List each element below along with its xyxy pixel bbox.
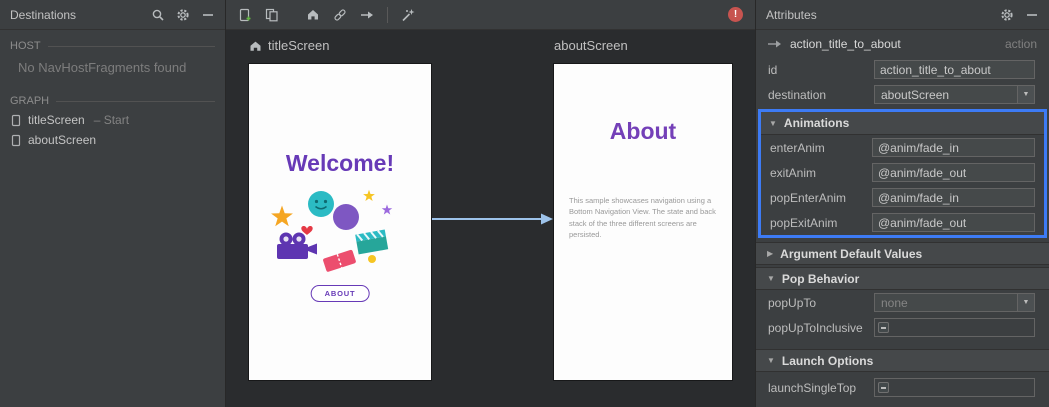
popexitanim-input[interactable]	[872, 213, 1035, 232]
titlescreen-preview[interactable]: Welcome! ABOUT	[249, 64, 431, 380]
graph-item-titlescreen[interactable]: titleScreen – Start	[0, 110, 225, 130]
attr-row-popexitanim: popExitAnim	[761, 210, 1044, 235]
enteranim-input[interactable]	[872, 138, 1035, 157]
gear-icon[interactable]	[1000, 8, 1014, 22]
popenteranim-input[interactable]	[872, 188, 1035, 207]
navigation-canvas[interactable]: titleScreen Welcome! ABOUT aboutScreen A…	[226, 30, 755, 407]
canvas-toolbar: !	[226, 0, 755, 30]
error-badge[interactable]: !	[728, 7, 743, 22]
destination-label: titleScreen	[28, 113, 85, 127]
action-arrow-icon	[768, 40, 781, 47]
selected-action-name: action_title_to_about	[790, 36, 901, 51]
animations-selection-highlight: ▼ Animations enterAnim exitAnim popEnter…	[758, 109, 1047, 238]
argument-defaults-section-title: Argument Default Values	[780, 246, 923, 261]
start-destination-home-icon	[250, 41, 261, 51]
host-empty-message: No NavHostFragments found	[18, 60, 187, 75]
navigation-editor: Destinations HOST No NavHostFragments fo…	[0, 0, 1049, 407]
destinations-panel: Destinations HOST No NavHostFragments fo…	[0, 0, 226, 407]
attr-row-destination: destination aboutScreen ▼	[756, 82, 1049, 107]
attributes-header: Attributes	[756, 0, 1049, 30]
aboutscreen-preview[interactable]: About This sample showcases navigation u…	[554, 64, 732, 380]
titlescreen-canvas-label[interactable]: titleScreen	[249, 38, 329, 53]
popupto-value: none	[881, 295, 908, 310]
attr-row-id: id	[756, 57, 1049, 82]
welcome-heading: Welcome!	[285, 150, 395, 176]
section-rule	[47, 45, 215, 47]
exitanim-label: exitAnim	[770, 165, 817, 180]
attr-row-popuptoinclusive: popUpToInclusive	[756, 315, 1049, 340]
destination-dropdown[interactable]: aboutScreen ▼	[874, 85, 1035, 104]
destination-screen-icon	[11, 114, 21, 126]
enteranim-label: enterAnim	[770, 140, 825, 155]
destination-label: aboutScreen	[28, 133, 97, 147]
collapse-triangle-icon: ▼	[767, 274, 775, 283]
attr-row-popupto: popUpTo none ▼	[756, 290, 1049, 315]
graph-item-aboutscreen[interactable]: aboutScreen	[0, 130, 225, 150]
indeterminate-checkbox-icon	[878, 382, 889, 393]
selected-action-type: action	[1004, 36, 1037, 51]
popuptoinclusive-label: popUpToInclusive	[768, 320, 863, 335]
welcome-illustration	[271, 189, 393, 272]
attr-row-popenteranim: popEnterAnim	[761, 185, 1044, 210]
expand-triangle-icon: ▶	[767, 249, 774, 258]
about-preview-button: ABOUT	[310, 285, 370, 302]
graph-section-label: GRAPH	[0, 92, 225, 110]
indeterminate-checkbox-icon	[878, 322, 889, 333]
id-label: id	[768, 62, 778, 77]
animations-section-title: Animations	[783, 116, 850, 130]
popupto-dropdown[interactable]: none ▼	[874, 293, 1035, 312]
destination-screen-icon	[11, 134, 21, 146]
toolbar-separator	[387, 6, 388, 23]
pop-behavior-section-header[interactable]: ▼ Pop Behavior	[756, 267, 1049, 290]
collapse-triangle-icon: ▼	[769, 118, 777, 128]
destinations-title: Destinations	[10, 7, 77, 22]
destinations-header: Destinations	[0, 0, 225, 30]
launch-options-section-header[interactable]: ▼ Launch Options	[756, 349, 1049, 372]
popexitanim-label: popExitAnim	[770, 215, 838, 230]
popuptoinclusive-checkbox[interactable]	[874, 318, 1035, 337]
attr-row-exitanim: exitAnim	[761, 160, 1044, 185]
launchsingletop-checkbox[interactable]	[874, 378, 1035, 397]
host-section-label: HOST	[0, 37, 225, 55]
destination-value: aboutScreen	[881, 87, 950, 102]
about-heading: About	[609, 118, 677, 144]
animations-section-header[interactable]: ▼ Animations	[761, 112, 1044, 135]
attr-row-enteranim: enterAnim	[761, 135, 1044, 160]
exitanim-input[interactable]	[872, 163, 1035, 182]
launch-options-section-title: Launch Options	[781, 353, 874, 368]
deep-link-button[interactable]	[333, 8, 347, 22]
add-action-button[interactable]	[360, 8, 374, 22]
about-body-text: This sample showcases navigation using a…	[569, 196, 716, 239]
attributes-title: Attributes	[766, 7, 817, 22]
destination-suffix: – Start	[93, 113, 130, 127]
nested-graph-button[interactable]	[265, 8, 279, 22]
minimize-icon[interactable]	[1025, 8, 1039, 22]
pop-behavior-section-title: Pop Behavior	[781, 271, 860, 286]
action-arrow[interactable]	[432, 210, 554, 228]
argument-defaults-section-header[interactable]: ▶ Argument Default Values	[756, 242, 1049, 265]
design-surface: ! titleScreen Welcome! ABOUT aboutScreen…	[226, 0, 755, 407]
destination-label: destination	[768, 87, 827, 102]
selected-action-row: action_title_to_about action	[756, 30, 1049, 57]
popenteranim-label: popEnterAnim	[770, 190, 847, 205]
set-start-destination-button[interactable]	[306, 8, 320, 21]
id-input[interactable]	[874, 60, 1035, 79]
launchsingletop-label: launchSingleTop	[768, 380, 857, 395]
attributes-panel: Attributes action_title_to_about action …	[755, 0, 1049, 407]
new-destination-button[interactable]	[238, 8, 252, 22]
minimize-icon[interactable]	[201, 8, 215, 22]
chevron-down-icon: ▼	[1017, 86, 1034, 103]
section-rule	[56, 100, 215, 102]
popupto-label: popUpTo	[768, 295, 817, 310]
gear-icon[interactable]	[176, 8, 190, 22]
collapse-triangle-icon: ▼	[767, 356, 775, 365]
search-icon[interactable]	[151, 8, 165, 22]
chevron-down-icon: ▼	[1017, 294, 1034, 311]
aboutscreen-canvas-label[interactable]: aboutScreen	[554, 38, 628, 53]
attr-row-launchsingletop: launchSingleTop	[756, 375, 1049, 400]
magic-wand-icon[interactable]	[401, 8, 415, 22]
